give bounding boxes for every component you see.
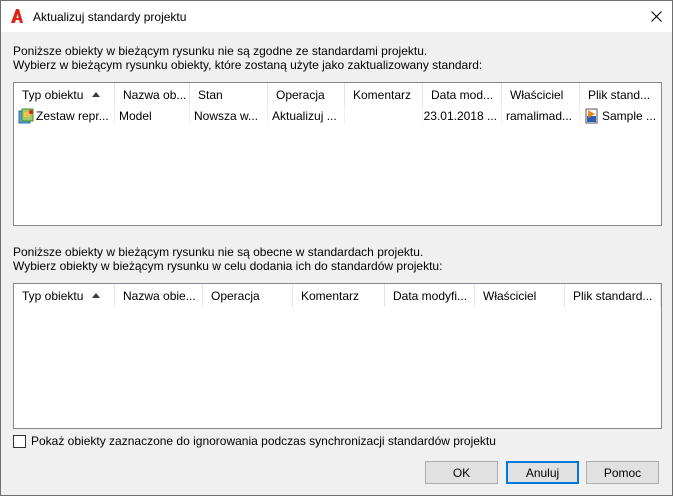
description-line-1: Poniższe obiekty w bieżącym rysunku nie … — [13, 44, 428, 58]
column-header-label: Właściciel — [483, 288, 537, 303]
cell-object-name: Model — [115, 106, 190, 125]
cell-standards-file: Sample ... — [580, 106, 661, 125]
nonconforming-objects-list[interactable]: Typ obiektu Nazwa ob... Stan Operacja Ko… — [13, 82, 662, 226]
close-icon — [650, 11, 662, 22]
cell-modified-date: 23.01.2018 ... — [423, 106, 502, 125]
column-header-label: Data modyfi... — [393, 288, 468, 303]
column-header-object-type[interactable]: Typ obiektu — [14, 83, 115, 106]
title-bar: Aktualizuj standardy projektu — [1, 1, 672, 32]
description-line-2: Wybierz obiekty w bieżącym rysunku w cel… — [13, 259, 443, 273]
close-button[interactable] — [640, 1, 672, 32]
standards-file-icon — [585, 108, 598, 123]
column-header-label: Operacja — [211, 288, 260, 303]
column-header-label: Nazwa ob... — [123, 87, 187, 102]
column-header-owner[interactable]: Właściciel — [502, 83, 580, 106]
show-ignored-option[interactable]: Pokaż obiekty zaznaczone do ignorowania … — [13, 434, 496, 448]
column-header-object-type[interactable]: Typ obiektu — [14, 284, 115, 307]
column-header-comment[interactable]: Komentarz — [345, 83, 423, 106]
cell-text: Nowsza w... — [194, 108, 259, 123]
column-header-label: Plik standard... — [573, 288, 653, 303]
cell-text: Sample ... — [602, 108, 657, 123]
column-header-label: Typ obiektu — [22, 288, 84, 303]
column-header-label: Komentarz — [353, 87, 412, 102]
nonconforming-description: Poniższe obiekty w bieżącym rysunku nie … — [13, 44, 482, 72]
column-header-modified-date[interactable]: Data modyfi... — [385, 284, 475, 307]
ok-button[interactable]: OK — [425, 461, 498, 484]
description-line-1: Poniższe obiekty w bieżącym rysunku nie … — [13, 245, 424, 259]
column-header-label: Plik stand... — [588, 87, 651, 102]
column-header-operation[interactable]: Operacja — [268, 83, 345, 106]
column-header-label: Właściciel — [510, 87, 564, 102]
autocad-icon — [11, 9, 23, 23]
dialog-window: Aktualizuj standardy projektu Poniższe o… — [0, 0, 673, 496]
missing-objects-list[interactable]: Typ obiektu Nazwa obie... Operacja Komen… — [13, 283, 662, 429]
column-header-object-name[interactable]: Nazwa ob... — [115, 83, 190, 106]
window-title: Aktualizuj standardy projektu — [33, 10, 187, 24]
cell-text: Model — [119, 108, 152, 123]
column-header-object-name[interactable]: Nazwa obie... — [115, 284, 203, 307]
cell-text: Zestaw repr... — [36, 108, 109, 123]
column-header-status[interactable]: Stan — [190, 83, 268, 106]
column-header-operation[interactable]: Operacja — [203, 284, 293, 307]
column-header-owner[interactable]: Właściciel — [475, 284, 565, 307]
column-header-label: Nazwa obie... — [123, 288, 196, 303]
cancel-button[interactable]: Anuluj — [506, 461, 579, 484]
column-header-standards-file[interactable]: Plik stand... — [580, 83, 661, 106]
column-header-label: Komentarz — [301, 288, 360, 303]
cell-text: ramalimad... — [506, 108, 573, 123]
cell-status: Nowsza w... — [190, 106, 268, 125]
sort-ascending-icon — [92, 92, 101, 97]
cell-comment — [345, 106, 423, 125]
show-ignored-checkbox[interactable] — [13, 434, 26, 448]
list-header: Typ obiektu Nazwa ob... Stan Operacja Ko… — [14, 83, 661, 106]
column-header-comment[interactable]: Komentarz — [293, 284, 385, 307]
column-header-standards-file[interactable]: Plik standard... — [565, 284, 661, 307]
missing-description: Poniższe obiekty w bieżącym rysunku nie … — [13, 245, 442, 273]
sheet-set-icon — [18, 108, 34, 123]
sort-ascending-icon — [92, 293, 101, 298]
help-button[interactable]: Pomoc — [586, 461, 659, 484]
list-header: Typ obiektu Nazwa obie... Operacja Komen… — [14, 284, 661, 307]
show-ignored-label[interactable]: Pokaż obiekty zaznaczone do ignorowania … — [31, 434, 496, 448]
table-row[interactable]: Zestaw repr... Model Nowsza w... Aktuali… — [14, 106, 661, 125]
column-header-label: Typ obiektu — [22, 87, 84, 102]
cell-text: Aktualizuj ... — [272, 108, 337, 123]
column-header-label: Operacja — [276, 87, 325, 102]
description-line-2: Wybierz w bieżącym rysunku obiekty, któr… — [13, 58, 483, 72]
column-header-label: Data mod... — [431, 87, 494, 102]
cell-operation: Aktualizuj ... — [268, 106, 345, 125]
column-header-label: Stan — [198, 87, 223, 102]
cell-owner: ramalimad... — [502, 106, 580, 125]
cell-text: 23.01.2018 ... — [423, 108, 497, 123]
cell-object-type: Zestaw repr... — [14, 106, 115, 125]
column-header-modified-date[interactable]: Data mod... — [423, 83, 502, 106]
